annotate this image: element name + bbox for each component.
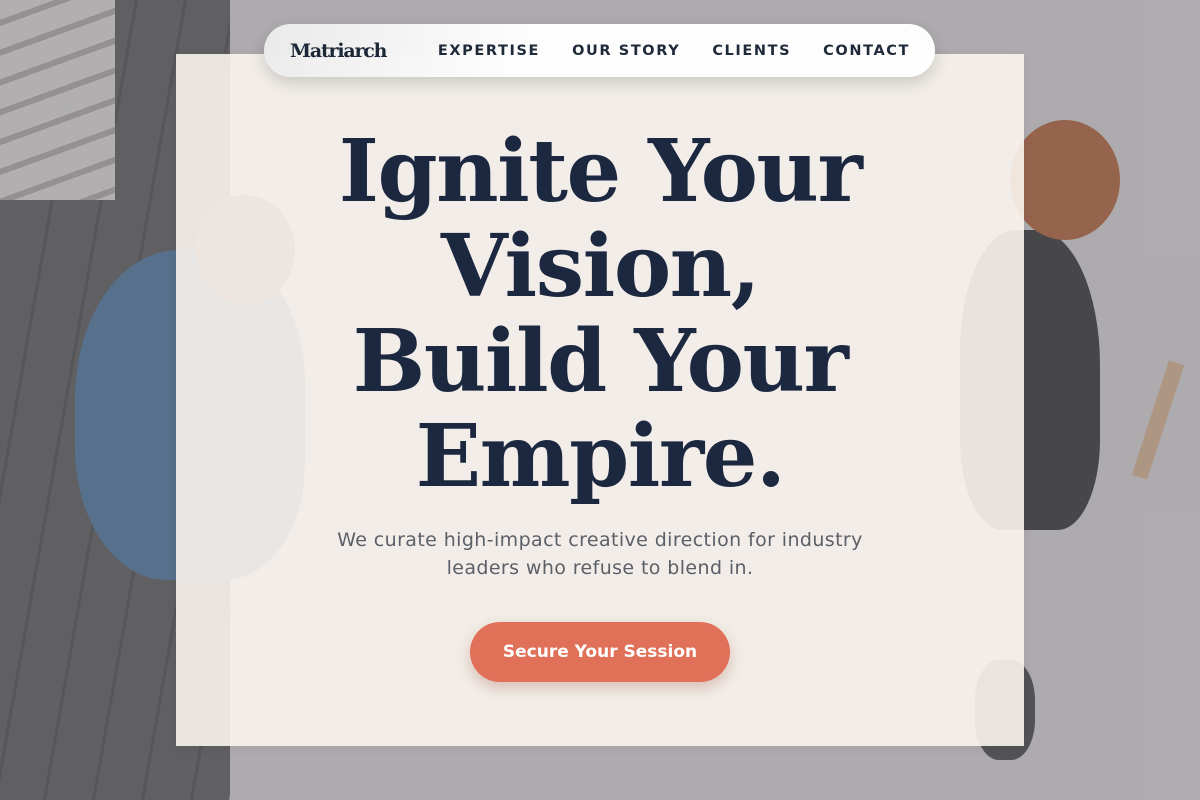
nav-link-expertise[interactable]: EXPERTISE [438,43,540,59]
nav-link-clients[interactable]: CLIENTS [712,43,791,59]
nav-link-our-story[interactable]: OUR STORY [572,43,680,59]
headline-line-2: Vision, [440,216,761,317]
navbar: Matriarch EXPERTISE OUR STORY CLIENTS CO… [264,24,935,77]
headline-line-1: Ignite Your [338,121,863,222]
hero-subheadline: We curate high-impact creative direction… [337,529,863,579]
headline-line-3: Build Your [352,311,849,412]
secure-session-button[interactable]: Secure Your Session [470,622,730,682]
hero-headline: Ignite Your Vision, Build Your Empire. [176,124,1024,504]
nav-links: EXPERTISE OUR STORY CLIENTS CONTACT [406,43,910,59]
logo[interactable]: Matriarch [290,40,387,62]
headline-line-4: Empire. [415,406,786,507]
nav-link-contact[interactable]: CONTACT [823,43,910,59]
